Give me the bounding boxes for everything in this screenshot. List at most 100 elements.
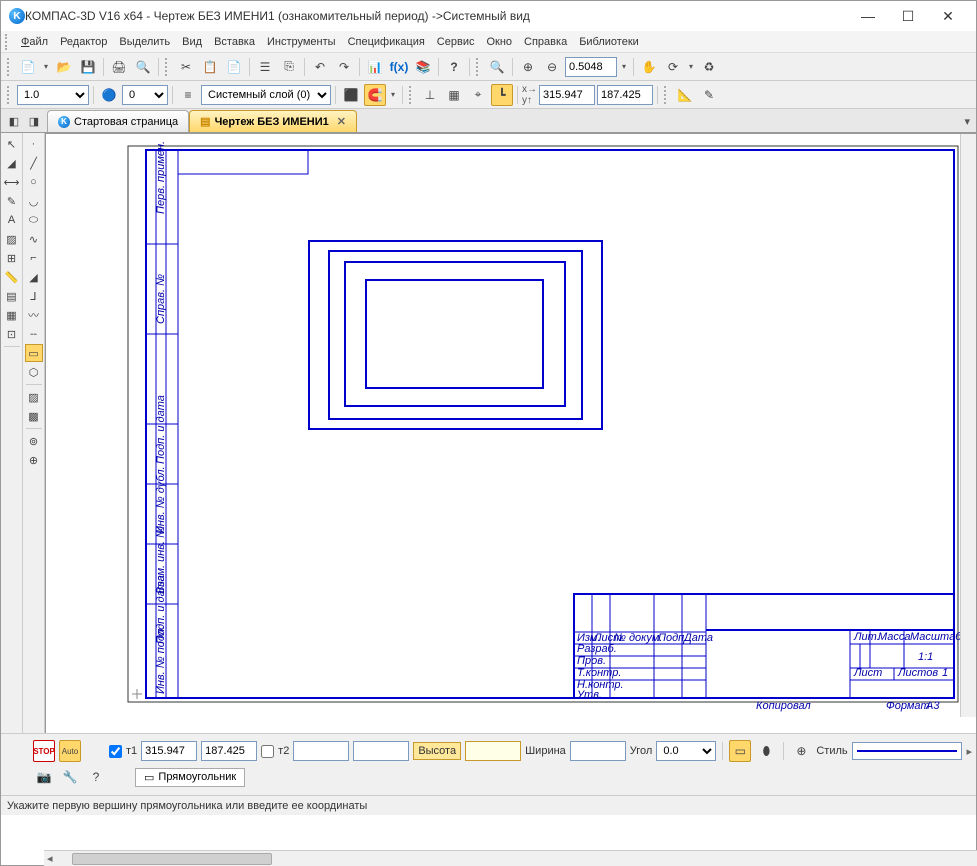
t1-checkbox[interactable] bbox=[109, 745, 122, 758]
variables-button[interactable]: f(x) bbox=[388, 56, 410, 78]
menu-view[interactable]: Вид bbox=[176, 34, 208, 50]
wrench-icon[interactable]: 🔧 bbox=[59, 766, 81, 788]
rect-mode-2-icon[interactable]: ⬮ bbox=[755, 740, 777, 762]
height-input[interactable] bbox=[465, 741, 521, 761]
zoom-out-button[interactable]: ⊖ bbox=[541, 56, 563, 78]
measure-tool-icon[interactable]: 📏 bbox=[3, 268, 21, 286]
t2-checkbox[interactable] bbox=[261, 745, 274, 758]
print-preview-button[interactable]: 🔍 bbox=[132, 56, 154, 78]
tab-drawing[interactable]: ▤ Чертеж БЕЗ ИМЕНИ1 ✕ bbox=[189, 110, 357, 132]
print-button[interactable]: 🖨 bbox=[108, 56, 130, 78]
save-button[interactable]: 💾 bbox=[77, 56, 99, 78]
edit-button[interactable]: ✎ bbox=[698, 84, 720, 106]
menu-window[interactable]: Окно bbox=[480, 34, 518, 50]
undo-button[interactable]: ↶ bbox=[309, 56, 331, 78]
properties-button[interactable]: ☰ bbox=[254, 56, 276, 78]
polyline-tool-icon[interactable]: ⅃ bbox=[25, 287, 43, 305]
scrollbar-horizontal[interactable]: ◂ bbox=[44, 850, 977, 866]
chamfer-tool-icon[interactable]: ◢ bbox=[25, 268, 43, 286]
ortho-button[interactable]: ⊥ bbox=[419, 84, 441, 106]
select-tool-icon[interactable]: ↖ bbox=[3, 135, 21, 153]
open-button[interactable]: 📂 bbox=[53, 56, 75, 78]
layers-button[interactable]: ≡ bbox=[177, 84, 199, 106]
help-button[interactable]: ? bbox=[443, 56, 465, 78]
lib-manager-button[interactable]: 📚 bbox=[412, 56, 434, 78]
rect-mode-1-icon[interactable]: ▭ bbox=[729, 740, 751, 762]
geom-tool-icon[interactable]: ◢ bbox=[3, 154, 21, 172]
menu-lib[interactable]: Библиотеки bbox=[573, 34, 645, 50]
spline-tool-icon[interactable]: ∿ bbox=[25, 230, 43, 248]
zoom-dropdown[interactable]: ▾ bbox=[619, 62, 629, 71]
maximize-button[interactable]: ☐ bbox=[888, 2, 928, 30]
help-icon[interactable]: ? bbox=[85, 766, 107, 788]
symbol-tool-icon[interactable]: ✎ bbox=[3, 192, 21, 210]
line-tool-icon[interactable]: ╱ bbox=[25, 154, 43, 172]
redraw-button[interactable]: ♻ bbox=[698, 56, 720, 78]
menu-help[interactable]: Справка bbox=[518, 34, 573, 50]
axes-icon[interactable]: ⊕ bbox=[790, 740, 812, 762]
drawing-canvas[interactable]: Изм. Лист № докум. Подп. Дата Разраб. Пр… bbox=[45, 133, 976, 733]
panel-toggle-icon[interactable]: ◨ bbox=[25, 112, 43, 130]
arc-tool-icon[interactable]: ◡ bbox=[25, 192, 43, 210]
measure-button[interactable]: 📐 bbox=[674, 84, 696, 106]
tabs-dropdown[interactable]: ▾ bbox=[964, 115, 970, 128]
fill-tool-icon[interactable]: ▩ bbox=[25, 407, 43, 425]
snap-button[interactable]: 🧲 bbox=[364, 84, 386, 106]
layer-select[interactable]: Системный слой (0) bbox=[201, 85, 331, 105]
t1-x-input[interactable] bbox=[141, 741, 197, 761]
width-input[interactable] bbox=[570, 741, 626, 761]
scrollbar-vertical[interactable] bbox=[960, 134, 976, 717]
menu-service[interactable]: Сервис bbox=[431, 34, 481, 50]
zoom-in-button[interactable]: ⊕ bbox=[517, 56, 539, 78]
coord-y-input[interactable] bbox=[597, 85, 653, 105]
camera-icon[interactable]: 📷 bbox=[33, 766, 55, 788]
cut-button[interactable]: ✂ bbox=[175, 56, 197, 78]
zoom-input[interactable] bbox=[565, 57, 617, 77]
collect-tool-icon[interactable]: ⊕ bbox=[25, 451, 43, 469]
polygon-tool-icon[interactable]: ⬡ bbox=[25, 363, 43, 381]
state-icon[interactable]: 🔵 bbox=[98, 84, 120, 106]
angle-select[interactable]: 0.0 bbox=[656, 741, 716, 761]
copy-button[interactable]: 📋 bbox=[199, 56, 221, 78]
tree-toggle-icon[interactable]: ◧ bbox=[5, 112, 23, 130]
manager-button[interactable]: 📊 bbox=[364, 56, 386, 78]
auto-button[interactable]: Auto bbox=[59, 740, 81, 762]
state1-button[interactable]: ⬛ bbox=[340, 84, 362, 106]
rectangle-tool-icon[interactable]: ▭ bbox=[25, 344, 43, 362]
scroll-right-icon[interactable]: ▸ bbox=[966, 745, 972, 758]
zoom-fit-button[interactable]: 🔍 bbox=[486, 56, 508, 78]
report-tool-icon[interactable]: ▦ bbox=[3, 306, 21, 324]
circle-tool-icon[interactable]: ○ bbox=[25, 173, 43, 191]
ellipse-tool-icon[interactable]: ⬭ bbox=[25, 211, 43, 229]
close-button[interactable]: ✕ bbox=[928, 2, 968, 30]
grid-button[interactable]: ▦ bbox=[443, 84, 465, 106]
spec-tool-icon[interactable]: ▤ bbox=[3, 287, 21, 305]
equidistant-tool-icon[interactable]: ⊚ bbox=[25, 432, 43, 450]
style-select[interactable] bbox=[852, 742, 963, 760]
param-tool-icon[interactable]: ⊞ bbox=[3, 249, 21, 267]
paste-button[interactable]: 📄 bbox=[223, 56, 245, 78]
close-tab-icon[interactable]: ✕ bbox=[337, 115, 346, 128]
point-tool-icon[interactable]: · bbox=[25, 135, 43, 153]
menu-insert[interactable]: Вставка bbox=[208, 34, 261, 50]
minimize-button[interactable]: — bbox=[848, 2, 888, 30]
coord-x-input[interactable] bbox=[539, 85, 595, 105]
text-tool-icon[interactable]: A bbox=[3, 211, 21, 229]
snap2-button[interactable]: ⌖ bbox=[467, 84, 489, 106]
new-dropdown[interactable]: ▾ bbox=[41, 62, 51, 71]
fillet-tool-icon[interactable]: ⌐ bbox=[25, 249, 43, 267]
hatch-tool-icon[interactable]: ▨ bbox=[25, 388, 43, 406]
new-button[interactable]: 📄 bbox=[17, 56, 39, 78]
t2-x-input[interactable] bbox=[293, 741, 349, 761]
menu-tools[interactable]: Инструменты bbox=[261, 34, 342, 50]
scale-select[interactable]: 1.0 bbox=[17, 85, 89, 105]
dim-tool-icon[interactable]: ⟷ bbox=[3, 173, 21, 191]
aux-line-tool-icon[interactable]: ╌ bbox=[25, 325, 43, 343]
t1-y-input[interactable] bbox=[201, 741, 257, 761]
tab-start-page[interactable]: K Стартовая страница bbox=[47, 110, 189, 132]
shape-tab[interactable]: ▭ Прямоугольник bbox=[135, 768, 245, 787]
redo-button[interactable]: ↷ bbox=[333, 56, 355, 78]
menu-spec[interactable]: Спецификация bbox=[342, 34, 431, 50]
pan-button[interactable]: ✋ bbox=[638, 56, 660, 78]
t2-y-input[interactable] bbox=[353, 741, 409, 761]
